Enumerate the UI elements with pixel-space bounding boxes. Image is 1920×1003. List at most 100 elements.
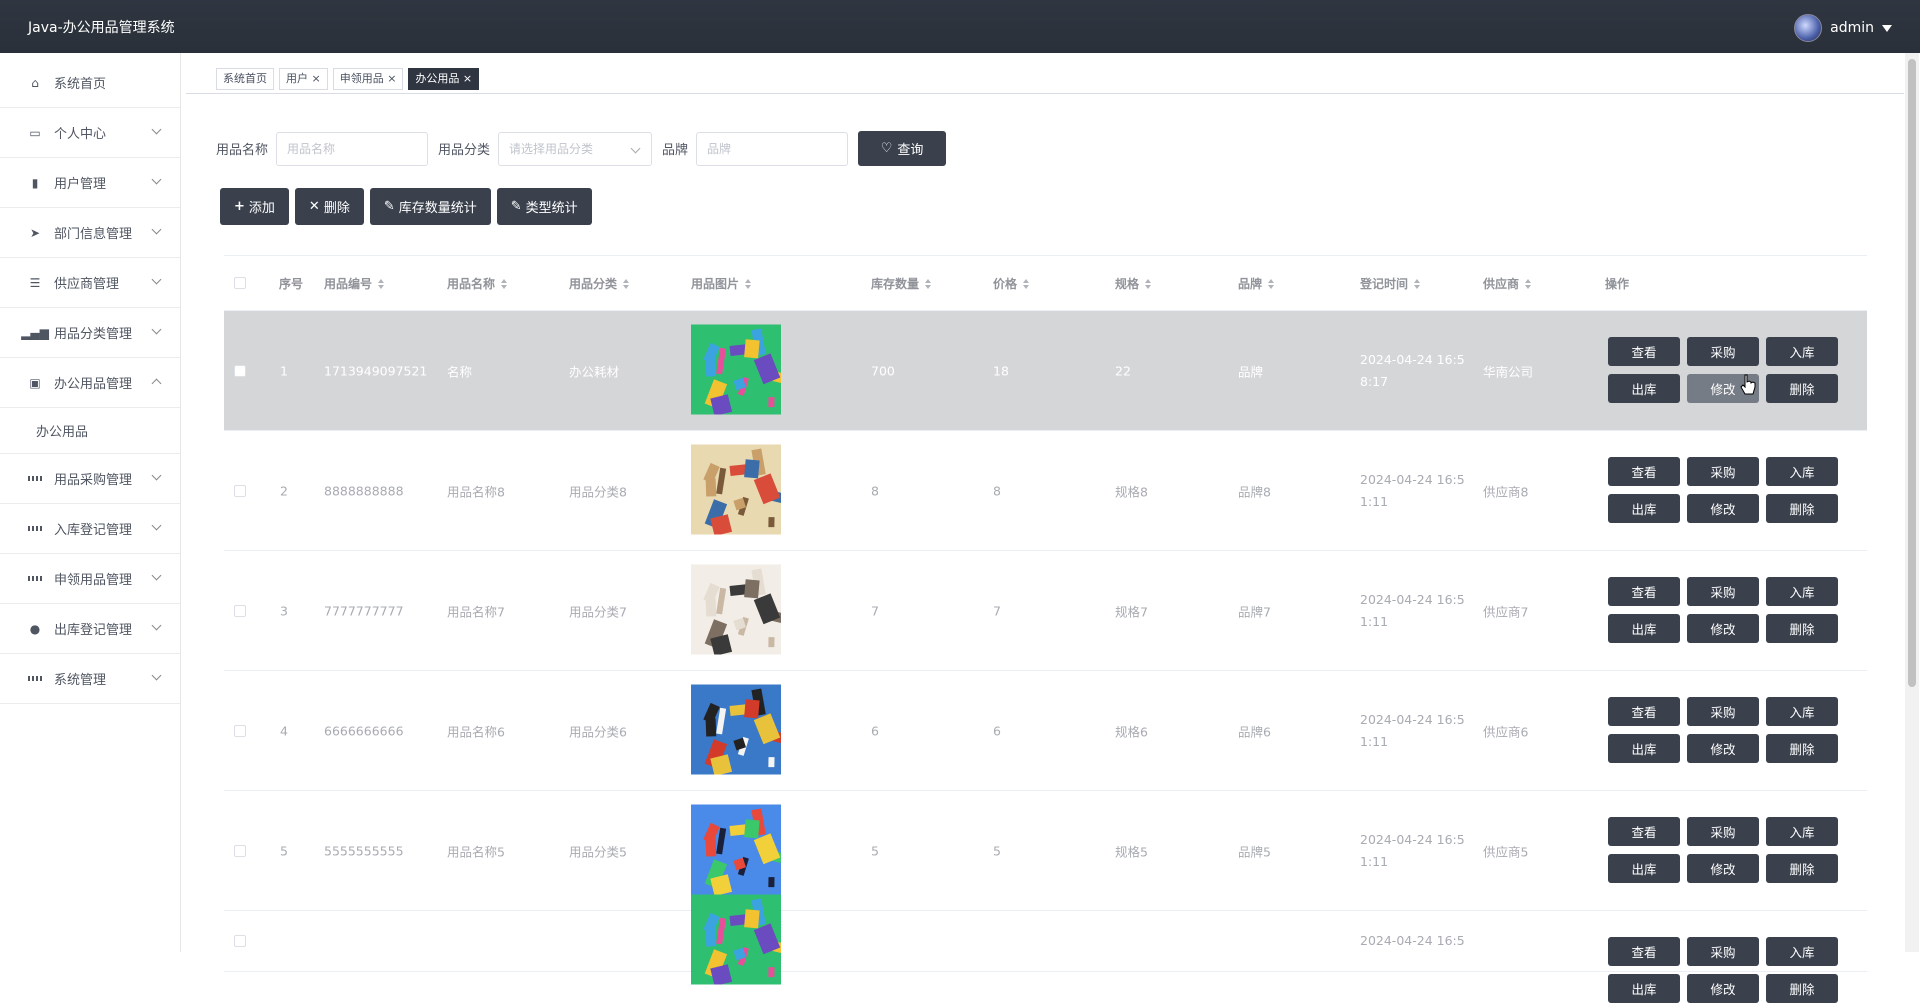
scrollbar-thumb[interactable] (1908, 59, 1916, 687)
delete-row-button[interactable]: 删除 (1766, 374, 1838, 403)
sort-icon[interactable] (1145, 279, 1152, 289)
sidebar-item-stock-out[interactable]: ● 出库登记管理 (0, 604, 180, 654)
product-image[interactable] (679, 324, 786, 416)
header-category[interactable]: 用品分类 (569, 275, 630, 292)
sidebar-item-purchasing[interactable]: 用品采购管理 (0, 454, 180, 504)
caret-down-icon[interactable] (1882, 24, 1892, 32)
cell-image[interactable] (679, 684, 786, 777)
view-button[interactable]: 查看 (1608, 697, 1680, 726)
sort-icon[interactable] (1023, 279, 1030, 289)
sort-icon[interactable] (745, 279, 752, 289)
purchase-button[interactable]: 采购 (1687, 337, 1759, 366)
stock-out-button[interactable]: 出库 (1608, 734, 1680, 763)
name-input[interactable]: 用品名称 (276, 131, 429, 166)
header-code[interactable]: 用品编号 (324, 275, 385, 292)
purchase-button[interactable]: 采购 (1687, 457, 1759, 486)
edit-button[interactable]: 修改 (1687, 974, 1759, 1003)
cell-image[interactable] (679, 564, 786, 657)
stock-stats-button[interactable]: ✎ 库存数量统计 (369, 188, 491, 225)
stock-in-button[interactable]: 入库 (1766, 697, 1838, 726)
sidebar-subitem-office-supplies[interactable]: 办公用品 (0, 408, 180, 454)
stock-in-button[interactable]: 入库 (1766, 817, 1838, 846)
header-image[interactable]: 用品图片 (691, 275, 752, 292)
sidebar-item-categories[interactable]: ▂▄▆ 用品分类管理 (0, 308, 180, 358)
brand-input[interactable]: 品牌 (696, 131, 849, 166)
sort-icon[interactable] (501, 279, 508, 289)
delete-row-button[interactable]: 删除 (1766, 854, 1838, 883)
sidebar-item-profile[interactable]: ▭ 个人中心 (0, 108, 180, 158)
row-checkbox[interactable] (234, 844, 246, 857)
stock-out-button[interactable]: 出库 (1608, 614, 1680, 643)
tab-requisition[interactable]: 申领用品 × (332, 68, 404, 90)
sidebar-item-home[interactable]: ⌂ 系统首页 (0, 58, 180, 108)
sidebar-item-requisition[interactable]: 申领用品管理 (0, 554, 180, 604)
sort-icon[interactable] (623, 279, 630, 289)
view-button[interactable]: 查看 (1608, 457, 1680, 486)
stock-in-button[interactable]: 入库 (1766, 337, 1838, 366)
delete-row-button[interactable]: 删除 (1766, 974, 1838, 1003)
cell-image[interactable] (679, 444, 786, 537)
sidebar-item-office-supplies[interactable]: ▣ 办公用品管理 (0, 358, 180, 408)
header-supplier[interactable]: 供应商 (1483, 275, 1532, 292)
sidebar-item-users[interactable]: ▮ 用户管理 (0, 158, 180, 208)
delete-row-button[interactable]: 删除 (1766, 614, 1838, 643)
row-checkbox[interactable] (234, 604, 246, 617)
stock-out-button[interactable]: 出库 (1608, 374, 1680, 403)
stock-out-button[interactable]: 出库 (1608, 974, 1680, 1003)
row-checkbox[interactable] (234, 935, 246, 947)
cell-image[interactable] (679, 324, 786, 417)
stock-out-button[interactable]: 出库 (1608, 494, 1680, 523)
purchase-button[interactable]: 采购 (1687, 697, 1759, 726)
query-button[interactable]: ♡ 查询 (858, 131, 947, 166)
delete-row-button[interactable]: 删除 (1766, 494, 1838, 523)
view-button[interactable]: 查看 (1608, 817, 1680, 846)
category-select[interactable]: 请选择用品分类 (498, 131, 653, 166)
sort-icon[interactable] (1414, 279, 1421, 289)
sort-icon[interactable] (1525, 279, 1532, 289)
edit-button[interactable]: 修改 (1687, 854, 1759, 883)
stock-out-button[interactable]: 出库 (1608, 854, 1680, 883)
delete-row-button[interactable]: 删除 (1766, 734, 1838, 763)
cell-image[interactable] (679, 804, 786, 897)
delete-button[interactable]: ✕ 删除 (294, 188, 364, 225)
select-all-checkbox[interactable] (234, 277, 246, 289)
edit-button[interactable]: 修改 (1687, 614, 1759, 643)
purchase-button[interactable]: 采购 (1687, 577, 1759, 606)
header-brand[interactable]: 品牌 (1238, 275, 1275, 292)
username[interactable]: admin (1830, 20, 1874, 36)
view-button[interactable]: 查看 (1608, 577, 1680, 606)
header-spec[interactable]: 规格 (1115, 275, 1152, 292)
scrollbar[interactable] (1905, 53, 1919, 952)
product-image[interactable] (679, 564, 786, 656)
sidebar-item-suppliers[interactable]: ☰ 供应商管理 (0, 258, 180, 308)
header-price[interactable]: 价格 (993, 275, 1030, 292)
sidebar-item-stock-in[interactable]: 入库登记管理 (0, 504, 180, 554)
product-image[interactable] (679, 684, 786, 776)
edit-button[interactable]: 修改 (1687, 494, 1759, 523)
user-menu[interactable]: admin (1794, 14, 1892, 42)
avatar[interactable] (1794, 14, 1823, 42)
tab-users[interactable]: 用户 × (279, 68, 328, 90)
row-checkbox[interactable] (234, 364, 246, 377)
stock-in-button[interactable]: 入库 (1766, 577, 1838, 606)
tab-home[interactable]: 系统首页 (216, 68, 274, 90)
purchase-button[interactable]: 采购 (1687, 817, 1759, 846)
edit-button[interactable]: 修改 (1687, 734, 1759, 763)
sidebar-item-system[interactable]: 系统管理 (0, 654, 180, 704)
header-name[interactable]: 用品名称 (447, 275, 508, 292)
view-button[interactable]: 查看 (1608, 337, 1680, 366)
sidebar-item-departments[interactable]: ➤ 部门信息管理 (0, 208, 180, 258)
tab-office-supplies[interactable]: 办公用品 × (408, 68, 480, 90)
add-button[interactable]: + 添加 (220, 188, 289, 225)
type-stats-button[interactable]: ✎ 类型统计 (496, 188, 592, 225)
sort-icon[interactable] (925, 279, 932, 289)
row-checkbox[interactable] (234, 484, 246, 497)
header-time[interactable]: 登记时间 (1360, 275, 1421, 292)
sort-icon[interactable] (378, 279, 385, 289)
product-image[interactable] (679, 444, 786, 536)
sort-icon[interactable] (1268, 279, 1275, 289)
header-stock[interactable]: 库存数量 (871, 275, 932, 292)
stock-in-button[interactable]: 入库 (1766, 457, 1838, 486)
product-image[interactable] (679, 894, 786, 987)
cell-image[interactable] (679, 894, 786, 988)
